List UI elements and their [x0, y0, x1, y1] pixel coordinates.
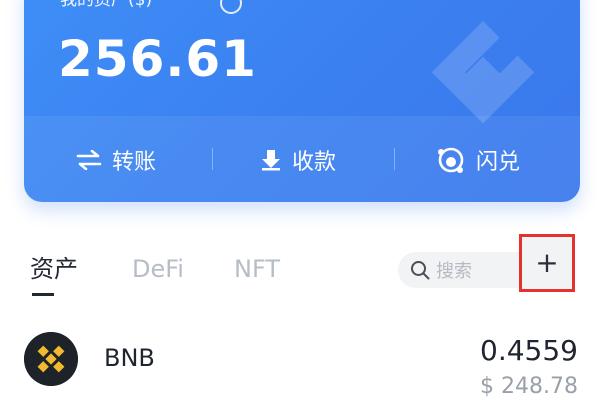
transfer-label: 转账	[112, 150, 157, 175]
add-token-button[interactable]: +	[519, 234, 575, 292]
eye-icon[interactable]	[220, 0, 242, 14]
tab-nft[interactable]: NFT	[234, 252, 280, 286]
bnb-logo-icon	[24, 332, 78, 386]
search-icon	[411, 261, 430, 280]
action-divider	[212, 148, 213, 170]
plus-icon: +	[535, 246, 559, 279]
asset-label: 我的资产($)	[60, 0, 153, 10]
token-row[interactable]: BNB 0.4559 $ 248.78	[0, 320, 600, 400]
receive-label: 收款	[292, 150, 337, 175]
search-placeholder: 搜索	[436, 261, 472, 282]
receive-icon	[262, 150, 280, 171]
swap-label: 闪兑	[476, 150, 521, 175]
transfer-icon	[76, 150, 102, 170]
token-amount: 0.4559	[480, 334, 578, 367]
action-divider	[394, 148, 395, 170]
tab-defi[interactable]: DeFi	[132, 252, 184, 286]
token-name: BNB	[104, 344, 155, 372]
swap-icon	[438, 147, 464, 173]
search-input[interactable]: 搜索	[398, 252, 520, 288]
receive-button[interactable]: 收款	[260, 142, 336, 178]
asset-balance: 256.61	[58, 30, 257, 88]
swap-button[interactable]: 闪兑	[436, 142, 520, 178]
token-fiat-value: $ 248.78	[480, 374, 578, 399]
transfer-button[interactable]: 转账	[76, 142, 156, 178]
active-tab-indicator	[32, 293, 54, 296]
tab-assets[interactable]: 资产	[30, 252, 78, 286]
bnb-watermark-icon	[431, 21, 535, 124]
asset-card: 我的资产($) 256.61 转账 收款 闪兑	[24, 0, 580, 202]
